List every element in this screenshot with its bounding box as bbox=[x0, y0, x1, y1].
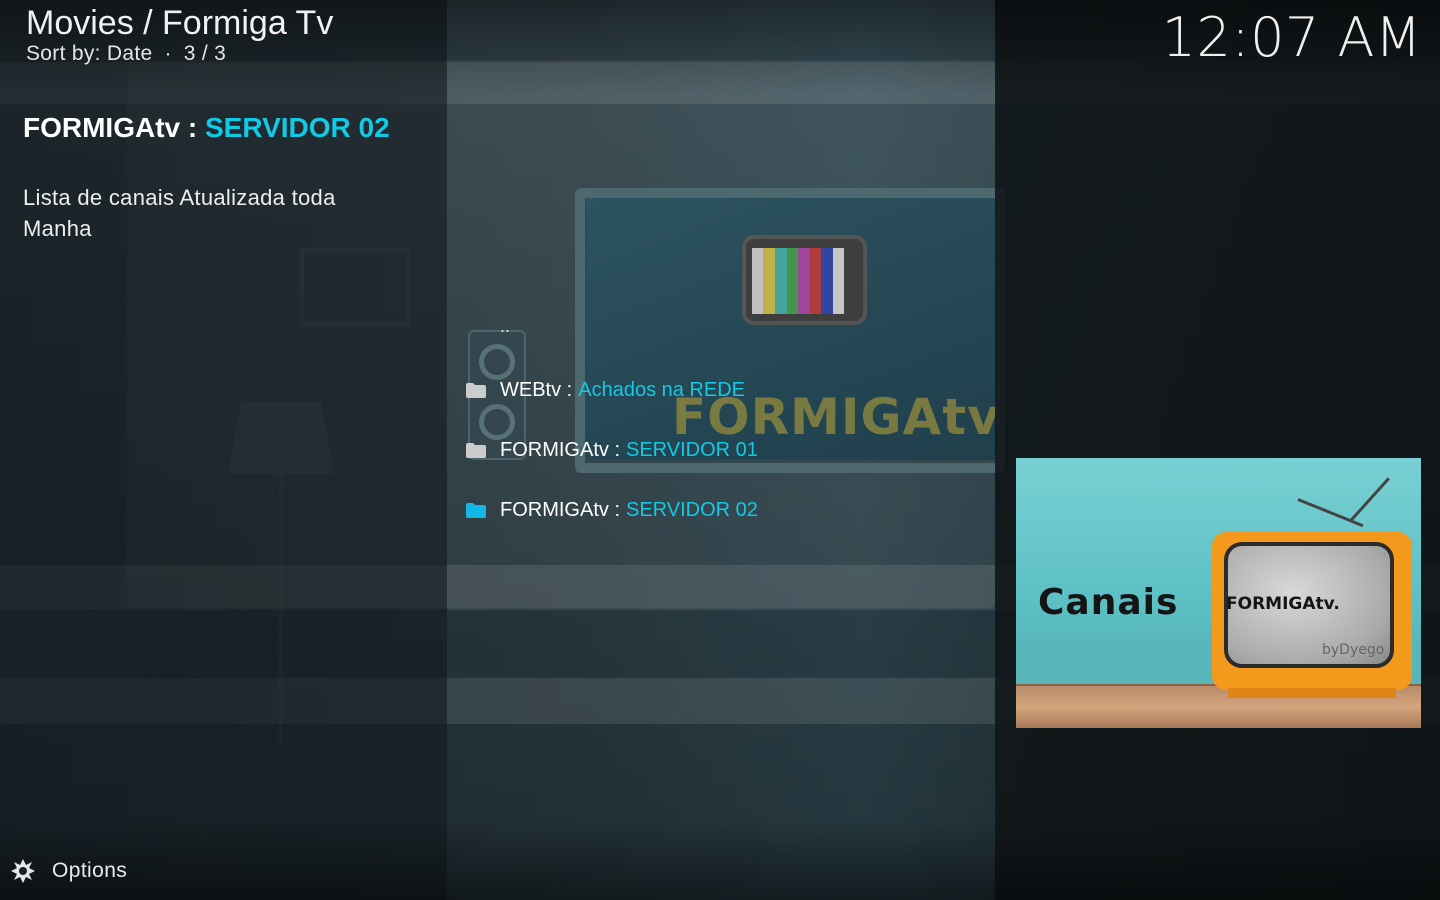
folder-icon bbox=[466, 382, 486, 398]
right-art-panel bbox=[995, 0, 1440, 900]
item-position: 3 / 3 bbox=[183, 42, 227, 65]
sort-info: Sort by: Date · 3 / 3 bbox=[26, 42, 226, 66]
sort-label: Sort by: Date bbox=[26, 42, 153, 65]
options-gear-icon bbox=[10, 858, 36, 884]
list-item[interactable]: FORMIGAtv : SERVIDOR 01 bbox=[462, 430, 982, 470]
info-title-suffix: SERVIDOR 02 bbox=[205, 112, 390, 143]
list-item[interactable]: WEBtv : Achados na REDE bbox=[462, 370, 982, 410]
info-title-prefix: FORMIGAtv : bbox=[23, 112, 198, 143]
folder-icon bbox=[466, 442, 486, 458]
background-color-bars bbox=[752, 248, 844, 314]
thumbnail-antenna bbox=[1297, 498, 1364, 528]
thumbnail-canais-text: Canais bbox=[1038, 582, 1179, 623]
list-item-prefix: FORMIGAtv : bbox=[500, 498, 620, 521]
info-description: Lista de canais Atualizada toda Manha bbox=[23, 185, 336, 241]
thumbnail-tv-stand bbox=[1228, 688, 1396, 698]
options-label: Options bbox=[52, 859, 128, 882]
folder-icon bbox=[466, 502, 486, 518]
thumbnail-by-label: byDyego bbox=[1322, 642, 1385, 658]
thumbnail-antenna bbox=[1348, 477, 1390, 523]
list-item-prefix: WEBtv : bbox=[500, 378, 573, 401]
options-button[interactable]: Options bbox=[10, 858, 127, 884]
bottom-shade bbox=[0, 820, 1440, 900]
list-item-selected[interactable]: FORMIGAtv : SERVIDOR 02 bbox=[462, 490, 982, 530]
list-item-prefix: FORMIGAtv : bbox=[500, 438, 620, 461]
breadcrumb: Movies / Formiga Tv bbox=[26, 4, 334, 42]
list-item-suffix: SERVIDOR 02 bbox=[626, 498, 758, 521]
list-item-parent[interactable]: .. bbox=[500, 316, 510, 337]
clock: 12:07 AM bbox=[1161, 6, 1422, 69]
thumbnail-tv-label: FORMIGAtv. bbox=[1226, 594, 1340, 614]
list-item-suffix: Achados na REDE bbox=[578, 378, 745, 401]
separator-dot: · bbox=[164, 42, 172, 65]
list-item-suffix: SERVIDOR 01 bbox=[626, 438, 758, 461]
info-title: FORMIGAtv : SERVIDOR 02 bbox=[23, 112, 390, 144]
thumbnail-art: Canais FORMIGAtv. byDyego bbox=[1016, 458, 1421, 728]
